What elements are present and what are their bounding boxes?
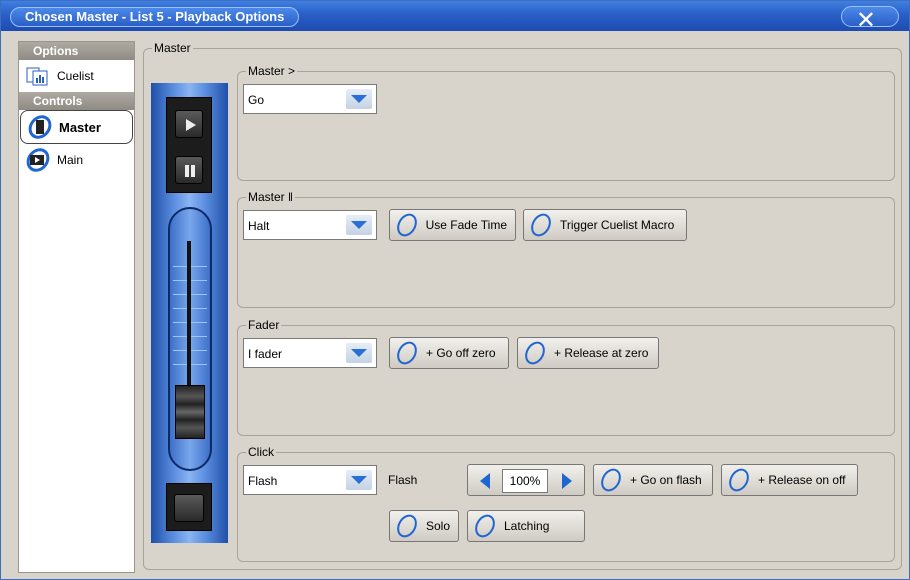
sidebar-item-master[interactable]: Master — [20, 110, 133, 144]
sidebar: Options Cuelist Controls Master Main — [18, 41, 135, 573]
sidebar-header-options: Options — [19, 42, 134, 60]
trigger-cuelist-macro-button[interactable]: Trigger Cuelist Macro — [523, 209, 687, 241]
go-on-flash-button[interactable]: + Go on flash — [593, 464, 713, 496]
fader-handle[interactable] — [175, 385, 205, 439]
solo-button[interactable]: Solo — [389, 510, 459, 542]
chevron-down-icon[interactable] — [346, 89, 372, 109]
playback-options-window: Chosen Master - List 5 - Playback Option… — [0, 0, 910, 580]
toggle-ring-icon — [394, 340, 420, 366]
go-group-title: Master > — [246, 64, 298, 78]
chevron-down-icon[interactable] — [346, 343, 372, 363]
cuelist-icon — [25, 64, 51, 88]
fader-mode-select[interactable]: I fader — [243, 338, 377, 368]
increase-arrow-icon[interactable] — [562, 473, 572, 489]
button-label: + Go on flash — [630, 473, 702, 487]
button-label: + Go off zero — [426, 346, 496, 360]
click-group-title: Click — [246, 445, 276, 459]
button-label: Latching — [504, 519, 550, 533]
sidebar-item-main[interactable]: Main — [19, 144, 134, 176]
release-on-off-button[interactable]: + Release on off — [721, 464, 858, 496]
play-icon — [186, 119, 196, 131]
toggle-ring-icon — [522, 340, 548, 366]
chevron-down-icon[interactable] — [346, 215, 372, 235]
main-icon — [25, 148, 51, 172]
fader-track — [187, 241, 191, 401]
button-label: Solo — [425, 519, 450, 533]
toggle-ring-icon — [598, 467, 624, 493]
click-mode-select[interactable]: Flash — [243, 465, 377, 495]
go-button[interactable] — [175, 110, 203, 138]
flash-level-input[interactable]: 100% — [502, 469, 548, 493]
window-title: Chosen Master - List 5 - Playback Option… — [10, 7, 300, 27]
toggle-ring-icon — [472, 513, 498, 539]
toggle-ring-icon — [394, 513, 420, 539]
fader-panel — [151, 83, 228, 543]
fader-group-title: Fader — [246, 318, 282, 332]
sidebar-item-cuelist[interactable]: Cuelist — [19, 60, 134, 92]
halt-action-value: Halt — [248, 219, 270, 233]
title-bar: Chosen Master - List 5 - Playback Option… — [1, 1, 909, 34]
go-action-value: Go — [248, 93, 265, 107]
master-icon — [27, 115, 53, 139]
master-group-title: Master — [152, 41, 193, 55]
button-label: + Release on off — [758, 473, 846, 487]
sidebar-header-controls: Controls — [19, 92, 134, 110]
latching-button[interactable]: Latching — [467, 510, 585, 542]
go-action-select[interactable]: Go — [243, 84, 377, 114]
go-off-zero-button[interactable]: + Go off zero — [389, 337, 509, 369]
toggle-ring-icon — [726, 467, 752, 493]
halt-button[interactable] — [175, 156, 203, 184]
halt-action-select[interactable]: Halt — [243, 210, 377, 240]
sidebar-item-label: Cuelist — [57, 69, 94, 83]
toggle-ring-icon — [528, 212, 554, 238]
click-mode-value: Flash — [248, 474, 278, 488]
pause-icon — [185, 165, 195, 177]
close-button[interactable]: ✕ — [841, 6, 899, 34]
release-at-zero-button[interactable]: + Release at zero — [517, 337, 659, 369]
decrease-arrow-icon[interactable] — [480, 473, 490, 489]
chevron-down-icon[interactable] — [346, 470, 372, 490]
close-icon[interactable]: ✕ — [856, 7, 876, 35]
transport-buttons — [166, 97, 212, 193]
flash-button[interactable] — [174, 494, 204, 522]
toggle-ring-icon — [394, 212, 420, 238]
flash-button-box — [166, 483, 212, 531]
button-label: Use Fade Time — [425, 218, 507, 232]
sidebar-item-label: Main — [57, 153, 84, 167]
button-label: + Release at zero — [554, 346, 649, 360]
halt-group-title: Master ‖ — [246, 190, 295, 204]
flash-level-label: Flash — [388, 473, 418, 487]
use-fade-time-button[interactable]: Use Fade Time — [389, 209, 516, 241]
button-label: Trigger Cuelist Macro — [560, 218, 675, 232]
fader-mode-value: I fader — [248, 347, 283, 361]
flash-level-stepper: 100% — [467, 464, 585, 496]
sidebar-item-label: Master — [59, 119, 101, 135]
